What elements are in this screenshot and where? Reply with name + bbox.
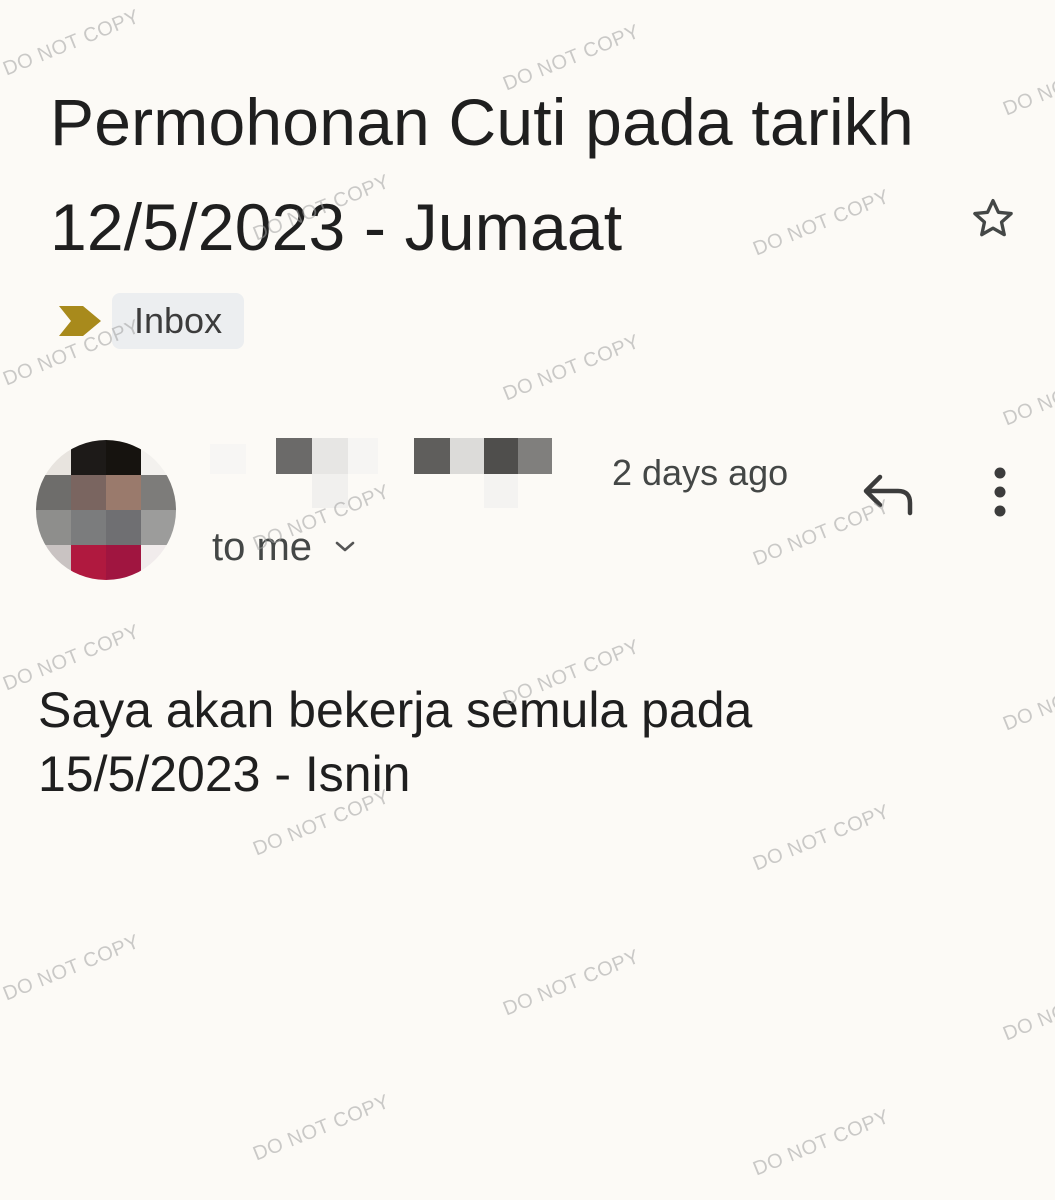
- watermark: DO NOT COPY: [1000, 661, 1055, 736]
- chevron-down-icon: [334, 540, 356, 554]
- reply-icon: [863, 474, 913, 516]
- star-outline-icon: [973, 199, 1013, 237]
- email-body: Saya akan bekerja semula pada 15/5/2023 …: [38, 682, 753, 802]
- more-vertical-icon: [994, 467, 1006, 517]
- star-button[interactable]: [962, 188, 1024, 250]
- watermark: DO NOT COPY: [1000, 356, 1055, 431]
- email-subject: Permohonan Cuti pada tarikh 12/5/2023 - …: [50, 85, 914, 264]
- inbox-label-chip[interactable]: Inbox: [112, 293, 245, 349]
- recipients-toggle[interactable]: to me: [212, 522, 356, 572]
- important-marker-icon[interactable]: [56, 301, 104, 341]
- recipients-label: to me: [212, 524, 313, 569]
- watermark: DO NOT COPY: [250, 1090, 393, 1166]
- sender-name-redacted: [200, 438, 600, 514]
- watermark: DO NOT COPY: [0, 930, 143, 1006]
- watermark: DO NOT COPY: [750, 1105, 893, 1181]
- reply-button[interactable]: [855, 460, 921, 526]
- watermark: DO NOT COPY: [750, 800, 893, 876]
- watermark: DO NOT COPY: [1000, 971, 1055, 1046]
- sender-avatar[interactable]: [36, 440, 176, 580]
- label-row: Inbox: [56, 292, 245, 350]
- email-timestamp: 2 days ago: [612, 452, 789, 493]
- more-options-button[interactable]: [972, 462, 1028, 522]
- watermark: DO NOT COPY: [1000, 46, 1055, 121]
- watermark: DO NOT COPY: [500, 330, 643, 406]
- watermark: DO NOT COPY: [500, 945, 643, 1021]
